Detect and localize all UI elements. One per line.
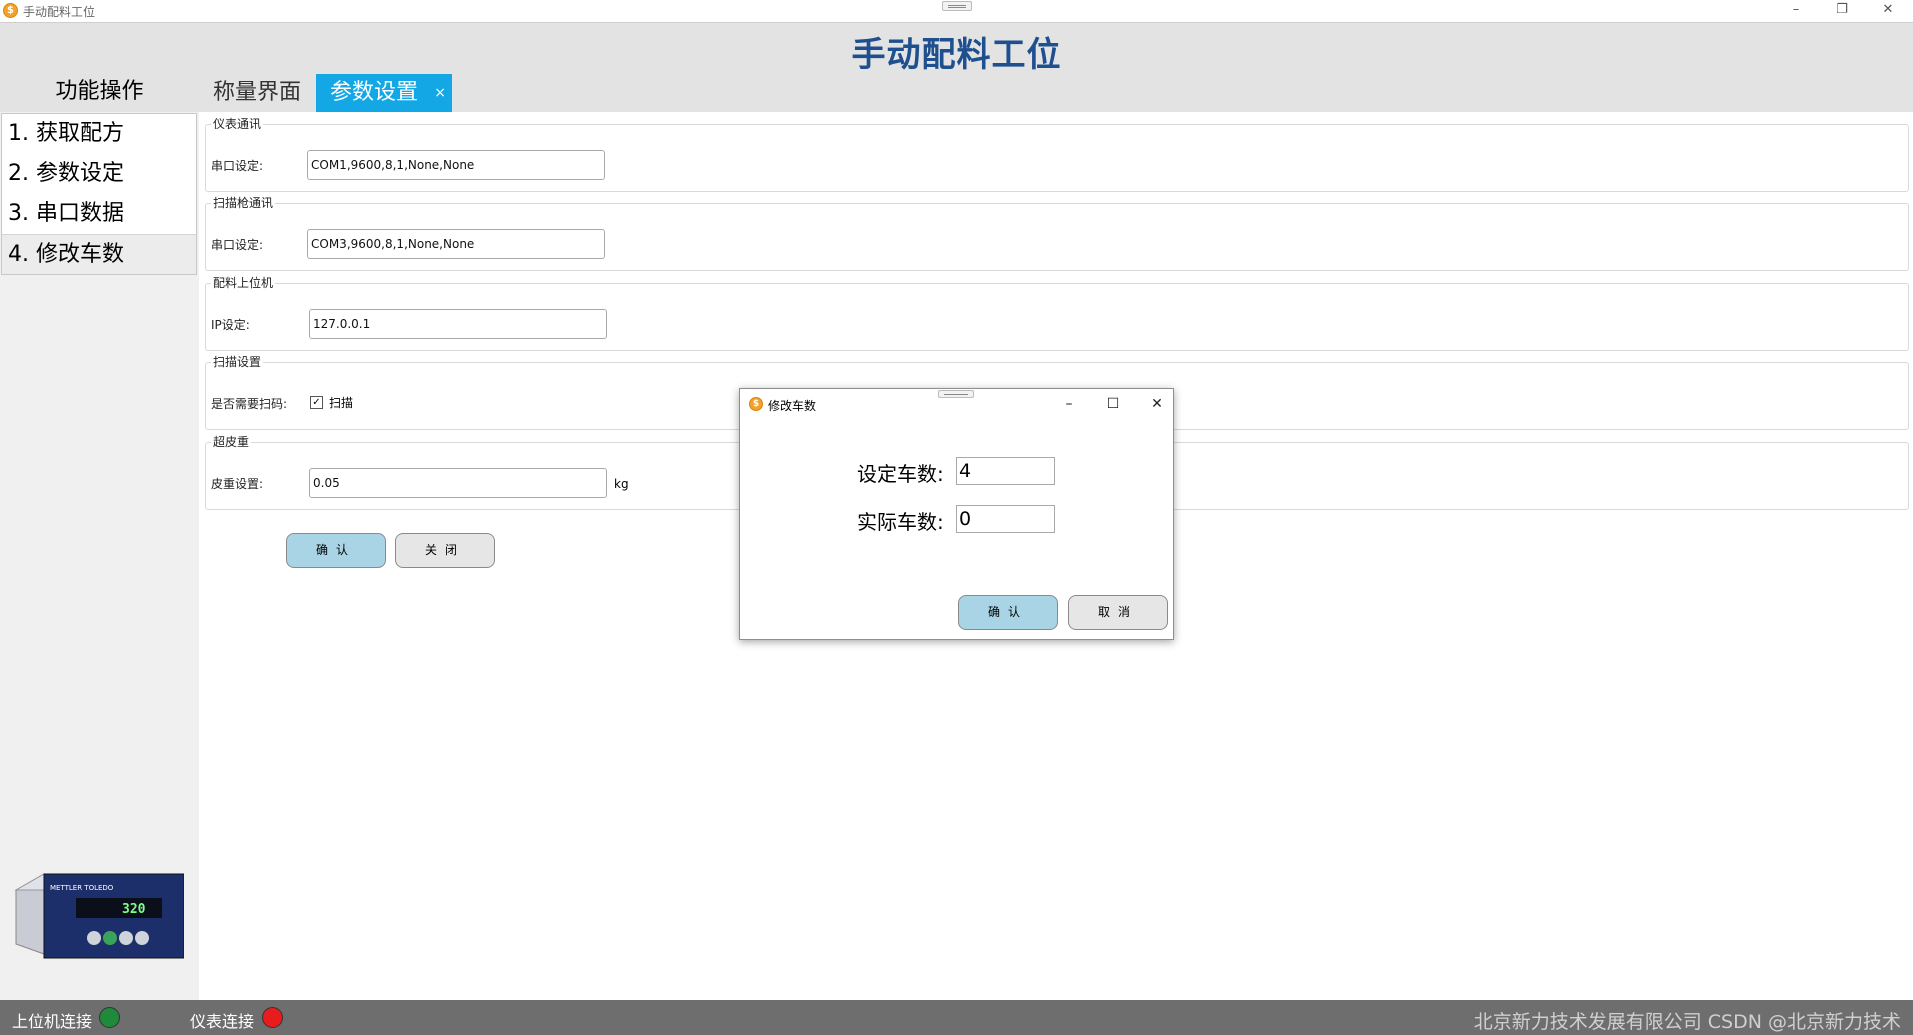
restore-button[interactable]: ❐ <box>1822 0 1862 20</box>
set-count-label: 设定车数: <box>857 462 944 486</box>
sidebar-item-param-setting[interactable]: 2. 参数设定 <box>2 154 196 194</box>
host-ip-label: IP设定: <box>211 318 250 332</box>
set-count-input[interactable]: 4 <box>956 457 1055 485</box>
scanner-serial-label: 串口设定: <box>211 238 264 252</box>
dialog-title: 修改车数 <box>768 399 817 413</box>
dialog-minimize-button[interactable]: – <box>1054 394 1084 414</box>
group-title: 超皮重 <box>211 433 252 450</box>
dialog-app-icon: $ <box>749 397 763 411</box>
sidebar-title: 功能操作 <box>0 72 199 112</box>
tab-label: 参数设置 <box>330 80 419 105</box>
window-titlebar: $ 手动配料工位 – ❐ ✕ <box>0 0 1913 22</box>
tare-input[interactable]: 0.05 <box>309 468 607 498</box>
tab-parameter-settings[interactable]: 参数设置 × <box>316 74 453 112</box>
scan-checkbox[interactable]: ✓ <box>310 396 323 409</box>
host-ip-input[interactable]: 127.0.0.1 <box>309 309 607 339</box>
modify-count-dialog: $ 修改车数 – ☐ ✕ 设定车数: 4 实际车数: 0 确认 取消 <box>739 388 1174 640</box>
host-connection-indicator <box>99 1007 120 1028</box>
group-title: 配料上位机 <box>211 274 276 291</box>
settings-close-button[interactable]: 关闭 <box>395 533 495 568</box>
actual-count-label: 实际车数: <box>857 510 944 534</box>
scan-required-label: 是否需要扫码: <box>211 397 288 411</box>
device-brand: METTLER TOLEDO <box>50 884 114 892</box>
tab-weighing[interactable]: 称量界面 <box>199 74 315 112</box>
meter-connection-label: 仪表连接 <box>190 1012 255 1031</box>
sidebar: 功能操作 1. 获取配方 2. 参数设定 3. 串口数据 4. 修改车数 MET… <box>0 72 199 1000</box>
page-title: 手动配料工位 <box>851 35 1062 75</box>
group-title: 仪表通讯 <box>211 115 264 132</box>
group-title: 扫描枪通讯 <box>211 194 276 211</box>
dialog-close-button[interactable]: ✕ <box>1142 394 1172 414</box>
dialog-maximize-button[interactable]: ☐ <box>1098 394 1128 414</box>
settings-confirm-button[interactable]: 确认 <box>286 533 386 568</box>
actual-count-input[interactable]: 0 <box>956 505 1055 533</box>
sidebar-menu: 1. 获取配方 2. 参数设定 3. 串口数据 4. 修改车数 <box>1 113 197 275</box>
sidebar-item-modify-count[interactable]: 4. 修改车数 <box>2 234 196 274</box>
window-title: 手动配料工位 <box>23 5 96 19</box>
scanner-serial-input[interactable]: COM3,9600,8,1,None,None <box>307 229 605 259</box>
sidebar-item-serial-data[interactable]: 3. 串口数据 <box>2 194 196 234</box>
tare-label: 皮重设置: <box>211 477 264 491</box>
meter-serial-label: 串口设定: <box>211 159 264 173</box>
group-title: 扫描设置 <box>211 353 264 370</box>
dialog-cancel-button[interactable]: 取消 <box>1068 595 1168 630</box>
weighing-terminal-image: METTLER TOLEDO 320 <box>14 873 184 959</box>
host-connection-label: 上位机连接 <box>12 1012 93 1031</box>
sidebar-item-get-recipe[interactable]: 1. 获取配方 <box>2 114 196 154</box>
dialog-confirm-button[interactable]: 确认 <box>958 595 1058 630</box>
status-bar: 上位机连接 仪表连接 北京新力技术发展有限公司 CSDN @北京新力技术 <box>0 1000 1913 1035</box>
device-display-value: 320 <box>122 902 146 917</box>
meter-serial-input[interactable]: COM1,9600,8,1,None,None <box>307 150 605 180</box>
meter-connection-indicator <box>262 1007 283 1028</box>
tare-unit: kg <box>614 477 629 491</box>
watermark-text: 北京新力技术发展有限公司 CSDN @北京新力技术 <box>1473 1011 1901 1033</box>
group-meter-comm: 仪表通讯 串口设定: COM1,9600,8,1,None,None <box>205 115 1909 192</box>
dialog-drag-grip-icon[interactable] <box>938 390 974 398</box>
drag-grip-icon[interactable] <box>942 1 972 11</box>
group-scanner-comm: 扫描枪通讯 串口设定: COM3,9600,8,1,None,None <box>205 194 1909 271</box>
minimize-button[interactable]: – <box>1776 0 1816 20</box>
scan-checkbox-label[interactable]: 扫描 <box>329 394 353 411</box>
tab-close-icon[interactable]: × <box>434 74 446 112</box>
tab-bar: 称量界面 参数设置 × <box>199 72 1913 112</box>
close-button[interactable]: ✕ <box>1868 0 1908 20</box>
app-icon: $ <box>3 3 18 18</box>
group-host: 配料上位机 IP设定: 127.0.0.1 <box>205 274 1909 351</box>
app-header: 手动配料工位 <box>0 22 1913 75</box>
